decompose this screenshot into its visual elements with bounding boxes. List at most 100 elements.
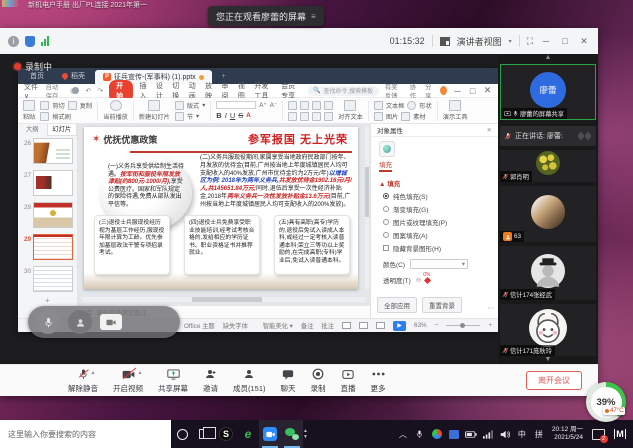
color-dropdown[interactable]: ▾ <box>410 259 468 269</box>
slideshow-play-button[interactable]: ▶ <box>393 321 406 331</box>
slide-thumbnail[interactable]: 28 <box>18 200 77 232</box>
align-center-icon[interactable] <box>300 112 309 121</box>
minimize-button[interactable]: ─ <box>540 36 552 46</box>
participant-tile[interactable]: 郭肖明 <box>500 150 596 182</box>
record-button[interactable]: 录制 <box>311 368 326 394</box>
panel-tab-fill[interactable]: 填充 <box>379 159 392 172</box>
share-screen-button[interactable]: 共享屏幕 <box>158 368 188 394</box>
slide-thumbnail[interactable]: 27 <box>18 168 77 200</box>
security-shield-icon[interactable] <box>25 36 35 47</box>
option-solid-fill[interactable]: 纯色填充(S) <box>383 191 498 201</box>
participant-tile[interactable]: 63 <box>500 186 596 242</box>
unmute-button[interactable]: ▲ 解除静音 <box>68 368 98 394</box>
new-slide-button[interactable]: 新建幻灯片 <box>139 100 170 121</box>
tray-app-icon[interactable] <box>446 420 462 448</box>
tab-slides[interactable]: 幻灯片 <box>47 124 78 136</box>
more-button[interactable]: 更多 <box>371 368 386 394</box>
close-button[interactable]: ✕ <box>578 36 590 47</box>
presentation-tools-button[interactable]: 演示工具 <box>443 100 468 121</box>
task-view-button[interactable] <box>193 420 215 448</box>
battery-widget[interactable]: 39% <box>586 382 626 422</box>
font-name-select[interactable] <box>216 101 256 109</box>
align-left-icon[interactable] <box>288 112 297 121</box>
wps-taskbar-button[interactable]: S <box>215 420 237 448</box>
number-list-icon[interactable] <box>300 101 309 110</box>
justify-icon[interactable] <box>324 112 333 121</box>
tab-outline[interactable]: 大纲 <box>18 124 47 136</box>
view-mode-caret-icon[interactable]: ▾ <box>509 38 512 45</box>
slide-thumbnail-selected[interactable]: 29 <box>18 232 77 264</box>
camera-preview-bubble[interactable] <box>100 314 122 330</box>
alpha-slider[interactable]: ⊖ 0% ⊕ <box>416 276 431 284</box>
start-video-button[interactable]: ▲ 开启视频 <box>113 368 143 394</box>
reading-view-icon[interactable] <box>376 322 385 329</box>
live-button[interactable]: 直播 <box>341 368 356 394</box>
font-grow-button[interactable]: A⁺ <box>259 102 266 109</box>
layout-switch-icon[interactable]: ≡ <box>311 12 316 21</box>
sorter-view-icon[interactable] <box>359 322 368 329</box>
maximize-button[interactable]: □ <box>559 36 571 46</box>
view-mode-label[interactable]: 演讲者视图 <box>457 35 502 48</box>
meeting-taskbar-button[interactable] <box>259 420 281 448</box>
bold-button[interactable]: B <box>216 111 221 120</box>
participant-bubble-icon[interactable] <box>68 310 92 334</box>
taskbar-clock[interactable]: 20:12 周一 2021/5/24 <box>548 426 587 442</box>
user-avatar[interactable] <box>440 86 447 95</box>
tray-volume-icon[interactable] <box>497 420 513 448</box>
normal-view-icon[interactable] <box>342 322 351 329</box>
panel-close-icon[interactable]: ✕ <box>487 126 492 134</box>
ime-mode-button[interactable]: 拼 <box>531 420 547 448</box>
option-pattern-fill[interactable]: 图案填充(A) <box>383 230 498 240</box>
zoom-slider[interactable] <box>446 325 480 326</box>
add-slide-button[interactable]: + <box>18 296 77 305</box>
leave-meeting-button[interactable]: 离开会议 <box>526 371 582 390</box>
fullscreen-icon[interactable]: ⛶ <box>527 36 533 47</box>
ribbon-search-input[interactable]: 🔍 查找命令,搜索模板 <box>308 86 379 96</box>
picture-button[interactable]: 图片素材 <box>374 112 432 121</box>
fill-tool-icon[interactable] <box>379 141 395 157</box>
layout-button[interactable]: 版式 ▾ <box>175 101 205 110</box>
info-icon[interactable]: i <box>8 36 19 47</box>
scroll-arrows-icon[interactable]: ▲▼ <box>303 429 308 440</box>
cut-button[interactable]: 剪切复制 <box>40 101 92 110</box>
invite-button[interactable]: 邀请 <box>203 368 218 394</box>
underline-button[interactable]: U <box>230 111 235 120</box>
minus-icon[interactable]: ⊖ <box>416 276 421 284</box>
members-button[interactable]: 成员(151) <box>233 368 266 394</box>
tray-browser-ball-icon[interactable] <box>429 420 445 448</box>
more-icon[interactable]: ⋯ <box>488 304 495 312</box>
format-painter-button[interactable]: 格式刷 <box>40 112 92 121</box>
collapse-up-icon[interactable]: ▲ <box>498 54 598 62</box>
m-app-icon[interactable]: M <box>609 420 631 448</box>
wps-maximize-button[interactable]: □ <box>468 86 477 96</box>
redo-icon[interactable]: ↷ <box>97 87 103 95</box>
missing-font-label[interactable]: 缺失字体 <box>223 321 248 330</box>
browser-taskbar-button[interactable]: e <box>237 420 259 448</box>
file-menu[interactable]: 文件 ∨ <box>24 82 40 100</box>
outdent-icon[interactable] <box>324 101 333 110</box>
autosave-toggle[interactable] <box>70 88 79 94</box>
strike-button[interactable]: S <box>238 111 243 120</box>
tray-expand-icon[interactable]: ︿ <box>395 420 411 448</box>
font-shrink-button[interactable]: A⁻ <box>270 102 277 109</box>
participant-tile-screenshare[interactable]: 廖蕾 廖蕾的屏幕共享 <box>500 64 596 120</box>
apply-all-button[interactable]: 全部应用 <box>377 297 417 313</box>
zoom-out-icon[interactable]: − <box>435 322 439 329</box>
chat-button[interactable]: 聊天 <box>281 368 296 394</box>
wps-minimize-button[interactable]: ─ <box>453 86 462 96</box>
option-picture-fill[interactable]: 图片或纹理填充(P) <box>383 217 498 227</box>
zoom-in-icon[interactable]: + <box>488 322 492 329</box>
horizontal-scrollbar[interactable] <box>82 297 366 302</box>
participant-tile[interactable]: 信计171庞秋玲 <box>500 304 596 356</box>
font-color-button[interactable]: A <box>246 112 250 119</box>
section-button[interactable]: 节 ▾ <box>175 112 205 121</box>
section-caret-icon[interactable]: ▲ <box>379 181 385 188</box>
bullet-list-icon[interactable] <box>288 101 297 110</box>
slide-thumbnail[interactable]: 26 <box>18 136 77 168</box>
collab-link[interactable]: 协作 <box>410 82 419 100</box>
tray-battery-icon[interactable] <box>463 420 479 448</box>
collapse-down-icon[interactable]: ▼ <box>498 356 598 364</box>
notes-toggle[interactable]: 备注 <box>301 321 314 330</box>
participant-bubble-icon[interactable] <box>36 310 60 334</box>
participant-tile[interactable]: 信计174张经武 <box>500 246 596 300</box>
